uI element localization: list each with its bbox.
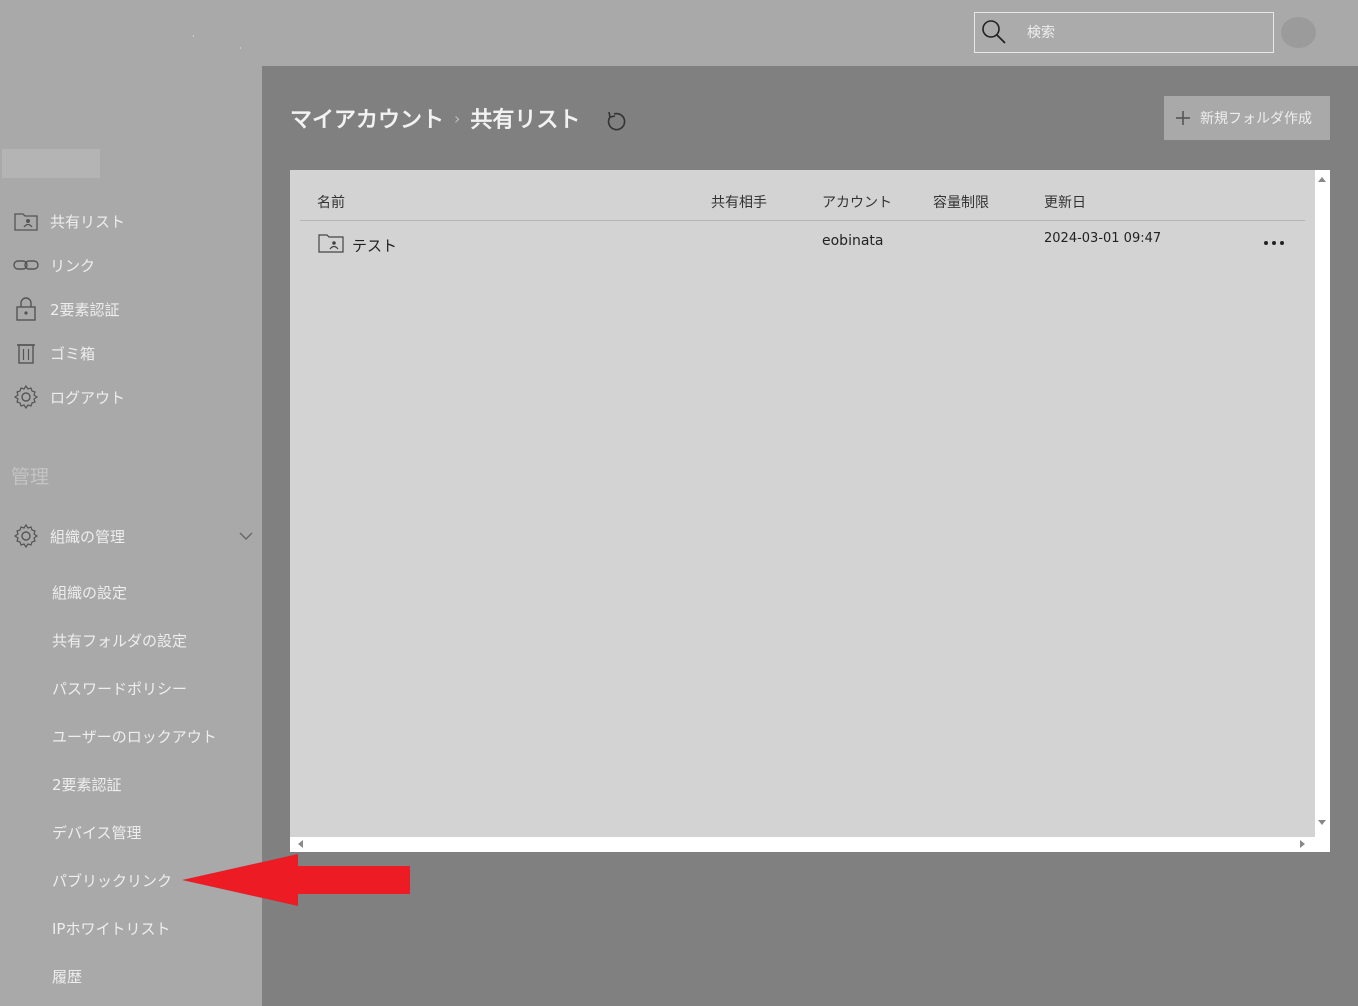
sidebar-item-label: 組織の管理 <box>50 527 126 546</box>
column-header-shared-with[interactable]: 共有相手 <box>711 192 767 212</box>
plus-icon <box>1176 111 1190 125</box>
gear-icon <box>13 384 39 410</box>
sub-item-password-policy[interactable]: パスワードポリシー <box>52 678 187 699</box>
sub-item-org-settings[interactable]: 組織の設定 <box>52 582 127 603</box>
shared-folder-icon <box>14 213 38 231</box>
logo-mark: · <box>239 44 242 53</box>
sidebar-item-logout[interactable]: ログアウト <box>0 379 262 415</box>
link-icon <box>13 260 39 270</box>
vertical-scrollbar[interactable] <box>1315 170 1330 837</box>
page-title: 共有リスト <box>470 108 581 133</box>
search-icon <box>982 20 1006 44</box>
top-bar: · · <box>0 0 1358 66</box>
horizontal-scrollbar[interactable] <box>290 837 1315 852</box>
sub-item-history[interactable]: 履歴 <box>52 966 82 987</box>
sub-item-ip-whitelist[interactable]: IPホワイトリスト <box>52 918 170 939</box>
row-name[interactable]: テスト <box>352 235 397 256</box>
column-header-account[interactable]: アカウント <box>822 192 892 212</box>
table-row[interactable]: テスト eobinata 2024-03-01 09:47 <box>300 222 1305 268</box>
annotation-arrow <box>182 854 410 906</box>
sub-item-shared-folder-settings[interactable]: 共有フォルダの設定 <box>52 630 187 651</box>
row-updated: 2024-03-01 09:47 <box>1044 231 1162 246</box>
column-header-name[interactable]: 名前 <box>317 192 345 212</box>
column-header-quota[interactable]: 容量制限 <box>933 192 989 212</box>
table-header: 名前 共有相手 アカウント 容量制限 更新日 <box>300 180 1305 221</box>
sub-item-device-management[interactable]: デバイス管理 <box>52 822 142 843</box>
more-options-icon[interactable] <box>1262 236 1286 250</box>
search-box[interactable] <box>974 12 1274 53</box>
sidebar-item-label: ログアウト <box>50 388 126 407</box>
sidebar-item-trash[interactable]: ゴミ箱 <box>0 335 262 371</box>
sub-item-user-lockout[interactable]: ユーザーのロックアウト <box>52 726 217 747</box>
new-folder-button[interactable]: 新規フォルダ作成 <box>1164 96 1330 140</box>
sub-item-two-factor[interactable]: 2要素認証 <box>52 774 122 795</box>
sidebar-item-link[interactable]: リンク <box>0 247 262 283</box>
sidebar-item-label: ゴミ箱 <box>50 344 96 363</box>
admin-section-label: 管理 <box>11 466 50 488</box>
avatar[interactable] <box>1281 17 1316 48</box>
chevron-down-icon[interactable] <box>238 529 254 543</box>
column-header-updated[interactable]: 更新日 <box>1044 192 1086 212</box>
logo-mark: · <box>192 32 195 41</box>
scroll-up-arrow[interactable] <box>1318 177 1326 182</box>
scroll-right-arrow[interactable] <box>1300 840 1305 848</box>
breadcrumb-root[interactable]: マイアカウント <box>290 102 444 134</box>
sidebar-item-label: リンク <box>50 256 96 275</box>
sub-item-public-link[interactable]: パブリックリンク <box>52 870 172 891</box>
refresh-icon[interactable] <box>604 109 628 133</box>
search-input[interactable] <box>1027 21 1257 45</box>
lock-icon <box>16 297 36 321</box>
sidebar-item-two-factor[interactable]: 2要素認証 <box>0 291 262 327</box>
scroll-down-arrow[interactable] <box>1318 820 1326 825</box>
gear-icon <box>13 523 39 549</box>
trash-icon <box>17 344 35 364</box>
sidebar-item-label: 2要素認証 <box>50 300 120 319</box>
file-list-panel: 名前 共有相手 アカウント 容量制限 更新日 テスト eobinata 2024… <box>290 170 1330 852</box>
scroll-left-arrow[interactable] <box>298 840 303 848</box>
breadcrumb: マイアカウント › 共有リスト <box>290 100 628 136</box>
logo-placeholder <box>2 149 100 178</box>
sidebar-item-org-management[interactable]: 組織の管理 <box>0 518 262 554</box>
sidebar-item-label: 共有リスト <box>50 212 126 231</box>
sidebar-item-shared-list[interactable]: 共有リスト <box>0 203 262 239</box>
breadcrumb-separator: › <box>454 108 461 128</box>
new-folder-label: 新規フォルダ作成 <box>1200 111 1312 127</box>
file-list: 名前 共有相手 アカウント 容量制限 更新日 テスト eobinata 2024… <box>290 170 1315 837</box>
row-account: eobinata <box>822 233 884 249</box>
shared-folder-icon <box>318 234 344 253</box>
